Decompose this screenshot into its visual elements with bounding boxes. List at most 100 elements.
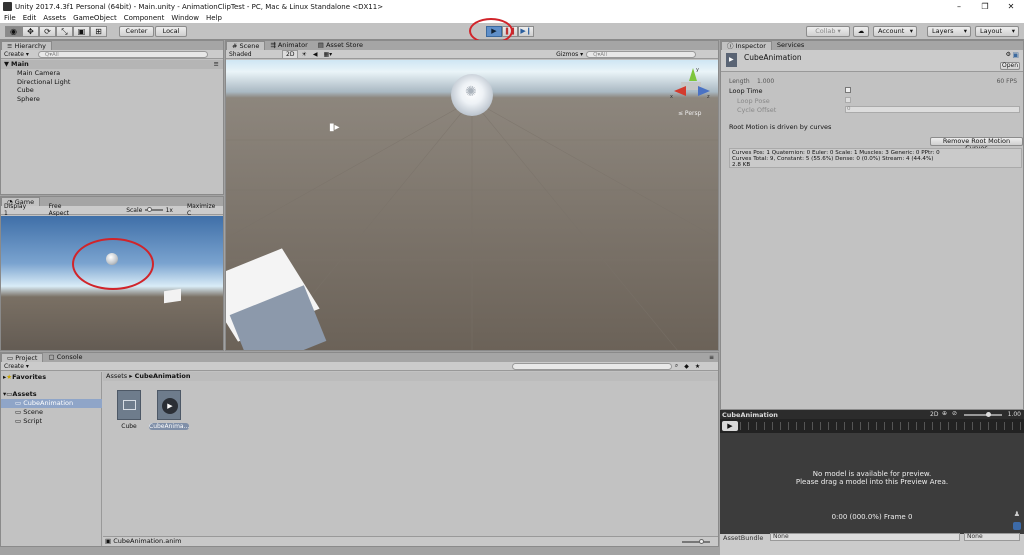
project-panel: ▭ Project ▢ Console ≡ Create ▾ ⌕ ◆ ★ ▸★F… [0, 352, 719, 547]
hierarchy-item[interactable]: Main Camera [17, 69, 70, 78]
zoom-slider-thumb[interactable] [699, 539, 704, 544]
account-dropdown[interactable]: Account ▾ [873, 26, 917, 37]
preview-play-button[interactable]: ▶ [722, 421, 738, 431]
folder-item-script[interactable]: ▭ Script [15, 417, 42, 426]
x-axis-cone[interactable] [674, 86, 686, 96]
tab-hierarchy[interactable]: ≡ Hierarchy [1, 41, 52, 50]
sphere-object[interactable]: ✺ [451, 74, 493, 116]
preview-time-ruler[interactable] [740, 422, 1022, 430]
favorite-star-icon[interactable]: ★ [692, 363, 703, 370]
menu-window[interactable]: Window [171, 14, 199, 22]
tab-asset-store[interactable]: ▤ Asset Store [312, 41, 368, 50]
scene-options-icon[interactable]: ≡ [214, 60, 219, 69]
folder-item-scene[interactable]: ▭ Scene [15, 408, 43, 417]
collab-status-icon[interactable] [1013, 522, 1021, 530]
speed-slider-thumb[interactable] [986, 412, 991, 417]
favorites-row[interactable]: ▸★Favorites [3, 373, 46, 382]
tab-console[interactable]: ▢ Console [43, 353, 88, 362]
tab-services[interactable]: Services [771, 41, 810, 50]
menu-bar: File Edit Assets GameObject Component Wi… [0, 13, 1024, 23]
tab-scene[interactable]: # Scene [226, 41, 266, 50]
speed-slider[interactable] [964, 412, 1002, 417]
collab-button[interactable]: Collab ▾ [806, 26, 850, 37]
menu-component[interactable]: Component [124, 14, 165, 22]
zoom-slider[interactable] [682, 539, 710, 544]
display-dropdown[interactable]: Display 1 [1, 203, 34, 217]
restore-button[interactable]: ❐ [972, 0, 998, 13]
assets-root-row[interactable]: ▾▭Assets [3, 390, 37, 399]
scene-header-row[interactable]: ▼ Main ≡ [1, 60, 223, 69]
remove-root-motion-curves-button[interactable]: Remove Root Motion Curves [930, 137, 1023, 152]
hand-tool-button[interactable]: ◉ [5, 26, 22, 37]
camera-gizmo-icon[interactable]: ▮▸ [329, 122, 340, 133]
breadcrumb-item[interactable]: Assets [106, 372, 127, 380]
move-tool-button[interactable]: ✥ [22, 26, 39, 37]
scale-tool-button[interactable]: ⤡ [56, 26, 73, 37]
cycle-offset-field[interactable]: 0 [845, 106, 1020, 113]
loop-pose-checkbox[interactable] [845, 97, 851, 103]
tab-project[interactable]: ▭ Project [1, 353, 44, 362]
preview-pose-icon[interactable]: ♟ [1014, 510, 1020, 518]
hierarchy-item[interactable]: Cube [17, 86, 70, 95]
hierarchy-item[interactable]: Directional Light [17, 78, 70, 87]
scene-search-input[interactable]: Q▾All [586, 50, 697, 58]
audio-toggle-icon[interactable]: ◀ [310, 51, 321, 58]
menu-edit[interactable]: Edit [23, 14, 37, 22]
loop-time-checkbox[interactable] [845, 87, 851, 93]
transform-tool-button[interactable]: ⊞ [90, 26, 107, 37]
effects-dropdown-icon[interactable]: ▦▾ [320, 51, 335, 58]
menu-assets[interactable]: Assets [43, 14, 66, 22]
aspect-dropdown[interactable]: Free Aspect [46, 203, 86, 217]
persp-label[interactable]: ≤ Persp [678, 110, 701, 117]
scale-slider[interactable] [145, 207, 163, 212]
panel-menu-icon[interactable]: ≡ [709, 353, 714, 362]
folder-item-cubeanimation[interactable]: ▭ CubeAnimation [1, 399, 102, 408]
lighting-toggle-icon[interactable]: ☀ [298, 51, 309, 58]
search-by-label-icon[interactable]: ◆ [681, 363, 692, 370]
tab-inspector[interactable]: ⓘ Inspector [721, 41, 772, 50]
pivot-local-button[interactable]: Local [155, 26, 187, 37]
game-view[interactable] [1, 216, 223, 350]
scene-fold-icon[interactable]: ▼ [4, 60, 9, 69]
assetbundle-dropdown[interactable]: None [770, 533, 960, 541]
open-button[interactable]: Open [1000, 62, 1020, 70]
orientation-gizmo[interactable]: y x z [670, 67, 710, 104]
shading-dropdown[interactable]: Shaded [226, 51, 282, 58]
hierarchy-item[interactable]: Sphere [17, 95, 70, 104]
pivot-toggle-icon[interactable]: ⊕ [942, 410, 947, 417]
menu-help[interactable]: Help [206, 14, 222, 22]
asset-file-cubeanimation[interactable]: ▶ CubeAnima... [149, 390, 189, 430]
settings-gear-icon[interactable]: ⚙ [1006, 51, 1011, 58]
project-tab-label: Project [15, 354, 38, 362]
dropdown-arrow-icon: ▾ [909, 27, 913, 35]
menu-gameobject[interactable]: GameObject [73, 14, 117, 22]
step-button[interactable]: ▶❙ [518, 26, 534, 37]
scene-view[interactable]: ✺ ▮▸ y x z ≤ Persp [226, 60, 718, 350]
account-label: Account [878, 27, 905, 35]
rect-tool-button[interactable]: ▣ [73, 26, 90, 37]
hierarchy-create-button[interactable]: Create ▾ [1, 51, 32, 58]
close-button[interactable]: ✕ [998, 0, 1024, 13]
hierarchy-search-input[interactable]: Q▾All [37, 50, 208, 58]
pivot-center-button[interactable]: Center [119, 26, 154, 37]
preview-2d-toggle[interactable]: 2D [930, 411, 938, 418]
menu-file[interactable]: File [4, 14, 16, 22]
cloud-button[interactable]: ☁ [853, 26, 869, 37]
project-search-input[interactable] [511, 362, 672, 370]
layout-dropdown[interactable]: Layout ▾ [975, 26, 1019, 37]
breadcrumb-item[interactable]: CubeAnimation [135, 372, 191, 380]
maximize-on-play-button[interactable]: Maximize C [184, 203, 223, 217]
scale-slider-thumb[interactable] [147, 207, 153, 212]
layers-dropdown[interactable]: Layers ▾ [927, 26, 971, 37]
preview-header: CubeAnimation 2D ⊕ ⊘ 1.00 [720, 410, 1024, 419]
toggle-2d-button[interactable]: 2D [282, 49, 299, 59]
search-by-type-icon[interactable]: ⌕ [672, 362, 681, 370]
minimize-button[interactable]: – [946, 0, 972, 13]
project-create-button[interactable]: Create ▾ [1, 363, 32, 370]
asset-file-cube[interactable]: Cube [116, 390, 142, 430]
assetbundle-variant-dropdown[interactable]: None [964, 533, 1020, 541]
rotate-tool-button[interactable]: ⟳ [39, 26, 56, 37]
gizmos-dropdown[interactable]: Gizmos ▾ [553, 51, 586, 58]
anim-file-icon: ▣ [105, 537, 114, 545]
help-book-icon[interactable]: ▣ [1012, 51, 1019, 59]
